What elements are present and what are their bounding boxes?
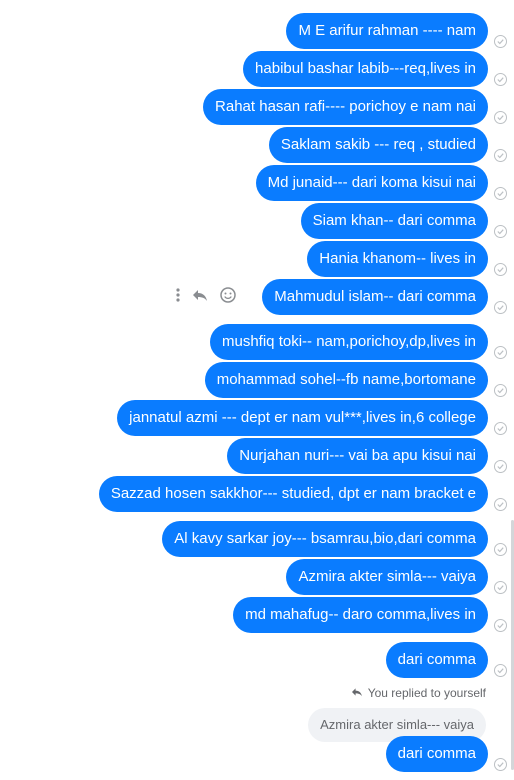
sent-check-icon (494, 498, 507, 511)
message-bubble[interactable]: M E arifur rahman ---- nam (286, 13, 488, 49)
reply-indicator: You replied to yourself (351, 686, 486, 700)
sent-check-icon (494, 758, 507, 771)
reply-arrow-icon (351, 686, 363, 700)
message-bubble[interactable]: Hania khanom-- lives in (307, 241, 488, 277)
sent-check-icon (494, 111, 507, 124)
sent-check-icon (494, 581, 507, 594)
more-options-icon[interactable] (176, 288, 180, 307)
sent-check-icon (494, 460, 507, 473)
sent-check-icon (494, 664, 507, 677)
message-bubble[interactable]: mohammad sohel--fb name,bortomane (204, 362, 488, 398)
message-bubble[interactable]: md mahafug-- daro comma,lives in (233, 597, 488, 633)
message-bubble[interactable]: Saklam sakib --- req , studied (268, 127, 488, 163)
reply-message-bubble[interactable]: dari comma (385, 736, 488, 772)
message-bubble[interactable]: mushfiq toki-- nam,porichoy,dp,lives in (210, 324, 488, 360)
message-bubble[interactable]: Azmira akter simla--- vaiya (286, 559, 488, 595)
message-bubble[interactable]: habibul bashar labib---req,lives in (243, 51, 488, 87)
sent-check-icon (494, 35, 507, 48)
sent-check-icon (494, 73, 507, 86)
message-bubble[interactable]: Mahmudul islam-- dari comma (262, 279, 488, 315)
message-bubble[interactable]: dari comma (385, 642, 488, 678)
message-actions (176, 287, 236, 308)
sent-check-icon (494, 346, 507, 359)
message-bubble[interactable]: Nurjahan nuri--- vai ba apu kisui nai (227, 438, 488, 474)
reply-icon[interactable] (192, 288, 208, 307)
react-emoji-icon[interactable] (220, 287, 236, 308)
sent-check-icon (494, 619, 507, 632)
message-bubble[interactable]: Sazzad hosen sakkhor--- studied, dpt er … (98, 476, 488, 512)
sent-check-icon (494, 422, 507, 435)
message-bubble[interactable]: Rahat hasan rafi---- porichoy e nam nai (203, 89, 488, 125)
sent-check-icon (494, 225, 507, 238)
sent-check-icon (494, 543, 507, 556)
sent-check-icon (494, 301, 507, 314)
message-bubble[interactable]: Al kavy sarkar joy--- bsamrau,bio,dari c… (162, 521, 488, 557)
sent-check-icon (494, 263, 507, 276)
sent-check-icon (494, 149, 507, 162)
message-bubble[interactable]: Siam khan-- dari comma (300, 203, 488, 239)
reply-label-text: You replied to yourself (367, 686, 486, 700)
sent-check-icon (494, 187, 507, 200)
message-bubble[interactable]: Md junaid--- dari koma kisui nai (255, 165, 488, 201)
sent-check-icon (494, 384, 507, 397)
message-bubble[interactable]: jannatul azmi --- dept er nam vul***,liv… (117, 400, 488, 436)
